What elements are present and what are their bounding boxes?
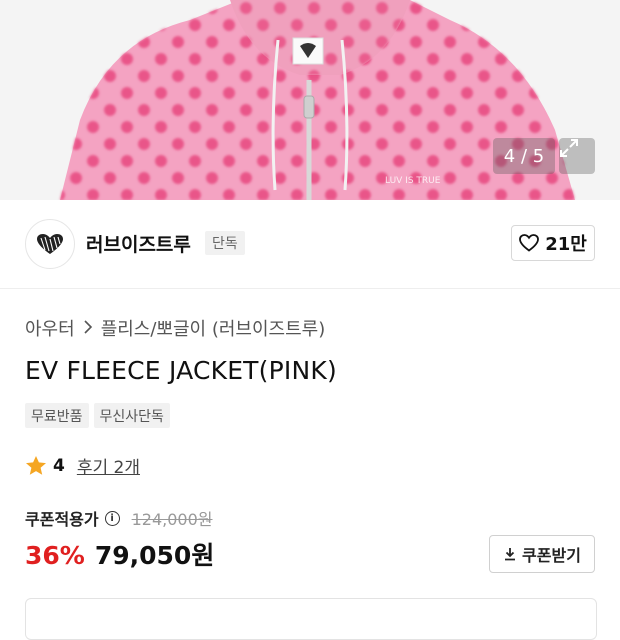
product-tags: 무료반품 무신사단독 xyxy=(25,403,170,428)
brand-logo[interactable] xyxy=(25,219,75,269)
benefit-box[interactable] xyxy=(25,598,597,640)
heart-icon xyxy=(519,234,540,252)
chevron-right-icon xyxy=(83,318,93,339)
tag-free-return: 무료반품 xyxy=(25,403,89,428)
image-counter: 4 / 5 xyxy=(493,138,555,174)
like-button[interactable]: 21만 xyxy=(511,225,595,261)
coupon-download-button[interactable]: 쿠폰받기 xyxy=(489,535,595,573)
coupon-price-row: 쿠폰적용가 i 124,000원 xyxy=(25,506,213,530)
heart-logo-icon xyxy=(37,234,63,254)
price-row: 36% 79,050원 xyxy=(25,536,214,572)
expand-icon[interactable] xyxy=(559,138,595,174)
rating-score: 4 xyxy=(53,455,65,476)
like-count: 21만 xyxy=(545,234,587,255)
brand-name[interactable]: 러브이즈트루 xyxy=(86,230,191,257)
final-price: 79,050원 xyxy=(94,541,215,570)
coupon-price-label: 쿠폰적용가 xyxy=(25,510,99,529)
breadcrumb: 아우터 플리스/뽀글이 (러브이즈트루) xyxy=(25,315,325,341)
star-icon xyxy=(26,456,46,475)
reviews-link[interactable]: 후기 2개 xyxy=(77,453,140,478)
original-price: 124,000원 xyxy=(131,510,213,529)
discount-rate: 36% xyxy=(25,541,85,570)
coupon-button-label: 쿠폰받기 xyxy=(522,546,581,565)
breadcrumb-category[interactable]: 아우터 xyxy=(25,315,75,341)
exclusive-badge: 단독 xyxy=(205,231,245,255)
info-icon[interactable]: i xyxy=(104,510,120,526)
product-title: EV FLEECE JACKET(PINK) xyxy=(25,356,337,385)
rating-row: 4 후기 2개 xyxy=(25,453,140,478)
product-image[interactable]: LUV IS TRUE 4 / 5 xyxy=(0,0,620,200)
download-icon xyxy=(505,548,516,561)
tag-exclusive: 무신사단독 xyxy=(93,403,170,428)
watermark-text: LUV IS TRUE xyxy=(385,176,441,186)
breadcrumb-subcategory[interactable]: 플리스/뽀글이 (러브이즈트루) xyxy=(101,315,326,341)
